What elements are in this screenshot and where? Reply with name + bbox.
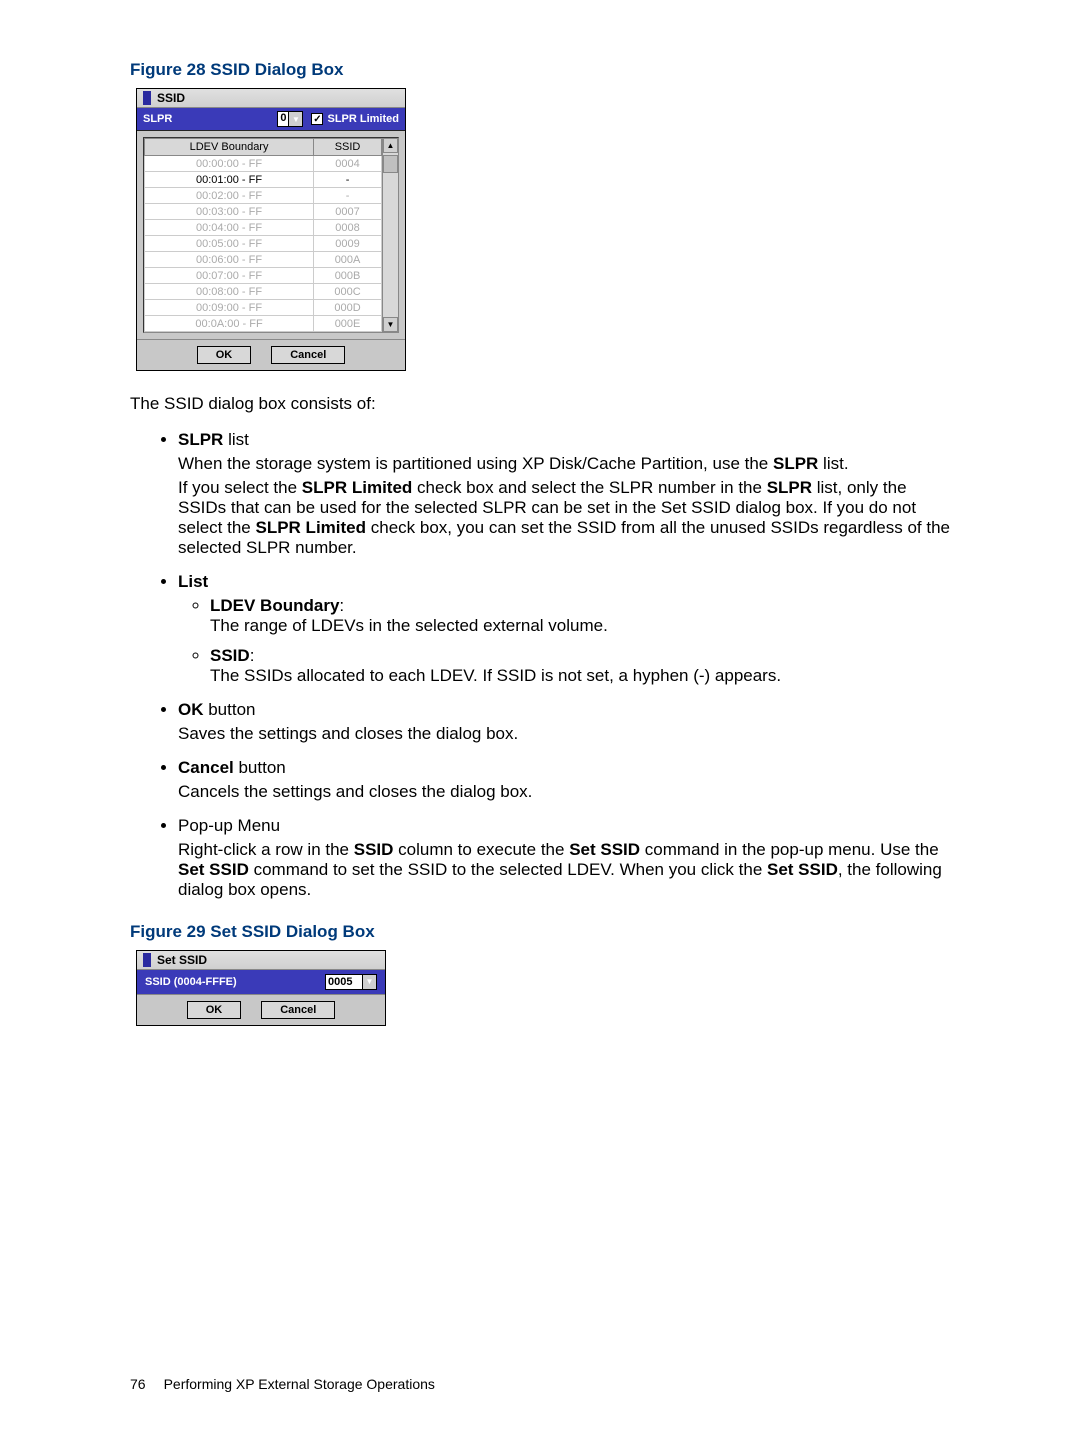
cell-ssid[interactable]: 000A	[314, 252, 382, 268]
cancel-button[interactable]: Cancel	[271, 346, 345, 364]
table-row[interactable]: 00:00:00 - FF0004	[145, 156, 382, 172]
set-ssid-label: SSID (0004-FFFE)	[145, 976, 237, 988]
scroll-down-icon[interactable]: ▼	[383, 317, 398, 332]
cell-ldev: 00:04:00 - FF	[145, 220, 314, 236]
slpr-select[interactable]: 0	[277, 111, 289, 127]
col-ssid: SSID	[314, 139, 382, 156]
cell-ldev: 00:00:00 - FF	[145, 156, 314, 172]
ok-button[interactable]: OK	[197, 346, 252, 364]
ssid-dialog-title-bar: SSID	[137, 89, 405, 108]
table-row[interactable]: 00:0A:00 - FF000E	[145, 316, 382, 332]
cancel-button[interactable]: Cancel	[261, 1001, 335, 1019]
table-row[interactable]: 00:02:00 - FF-	[145, 188, 382, 204]
cell-ssid[interactable]: 0009	[314, 236, 382, 252]
cell-ssid[interactable]: 0008	[314, 220, 382, 236]
bullet-popup: Pop-up Menu Right-click a row in the SSI…	[178, 816, 950, 900]
cell-ldev: 00:06:00 - FF	[145, 252, 314, 268]
cell-ldev: 00:07:00 - FF	[145, 268, 314, 284]
table-row[interactable]: 00:04:00 - FF0008	[145, 220, 382, 236]
cell-ssid[interactable]: 000E	[314, 316, 382, 332]
set-ssid-title-bar: Set SSID	[137, 951, 385, 970]
bullet-ssid: SSID: The SSIDs allocated to each LDEV. …	[210, 646, 950, 686]
bullet-slpr: SLPR list When the storage system is par…	[178, 430, 950, 558]
figure-29-caption: Figure 29 Set SSID Dialog Box	[130, 922, 950, 942]
intro-text: The SSID dialog box consists of:	[130, 393, 950, 416]
bullet-ok: OK button Saves the settings and closes …	[178, 700, 950, 744]
scroll-thumb[interactable]	[383, 155, 398, 173]
title-swatch	[143, 953, 151, 967]
slpr-limited-checkbox[interactable]: ✓	[311, 113, 323, 125]
figure-28-caption: Figure 28 SSID Dialog Box	[130, 60, 950, 80]
table-row[interactable]: 00:06:00 - FF000A	[145, 252, 382, 268]
ssid-dialog: SSID SLPR 0 ▼ ✓ SLPR Limited LDEV Bounda…	[136, 88, 406, 371]
bullet-cancel: Cancel button Cancels the settings and c…	[178, 758, 950, 802]
scrollbar[interactable]: ▲ ▼	[382, 138, 398, 332]
cell-ldev: 00:08:00 - FF	[145, 284, 314, 300]
bullet-ldev-boundary: LDEV Boundary: The range of LDEVs in the…	[210, 596, 950, 636]
table-row[interactable]: 00:07:00 - FF000B	[145, 268, 382, 284]
cell-ssid[interactable]: 000D	[314, 300, 382, 316]
slpr-row: SLPR 0 ▼ ✓ SLPR Limited	[137, 108, 405, 131]
cell-ssid[interactable]: -	[314, 188, 382, 204]
chevron-down-icon[interactable]: ▼	[289, 111, 303, 127]
slpr-label: SLPR	[143, 113, 172, 125]
table-row[interactable]: 00:03:00 - FF0007	[145, 204, 382, 220]
cell-ldev: 00:09:00 - FF	[145, 300, 314, 316]
page-number: 76	[130, 1376, 146, 1392]
title-swatch	[143, 91, 151, 105]
col-ldev-boundary: LDEV Boundary	[145, 139, 314, 156]
table-row[interactable]: 00:08:00 - FF000C	[145, 284, 382, 300]
cell-ssid[interactable]: 000C	[314, 284, 382, 300]
cell-ldev: 00:01:00 - FF	[145, 172, 314, 188]
ok-button[interactable]: OK	[187, 1001, 242, 1019]
cell-ssid[interactable]: -	[314, 172, 382, 188]
set-ssid-dialog: Set SSID SSID (0004-FFFE) 0005 ▼ OK Canc…	[136, 950, 386, 1026]
table-row[interactable]: 00:01:00 - FF-	[145, 172, 382, 188]
bullet-list-item: List LDEV Boundary: The range of LDEVs i…	[178, 572, 950, 686]
table-row[interactable]: 00:05:00 - FF0009	[145, 236, 382, 252]
bullet-list: SLPR list When the storage system is par…	[178, 430, 950, 900]
set-ssid-input[interactable]: 0005	[325, 974, 363, 990]
cell-ssid[interactable]: 000B	[314, 268, 382, 284]
ldev-table: LDEV Boundary SSID 00:00:00 - FF000400:0…	[144, 138, 382, 332]
cell-ssid[interactable]: 0007	[314, 204, 382, 220]
page-footer: 76 Performing XP External Storage Operat…	[130, 1376, 435, 1392]
ssid-dialog-title: SSID	[157, 91, 185, 105]
set-ssid-title: Set SSID	[157, 953, 207, 967]
scroll-up-icon[interactable]: ▲	[383, 138, 398, 153]
cell-ldev: 00:0A:00 - FF	[145, 316, 314, 332]
cell-ldev: 00:03:00 - FF	[145, 204, 314, 220]
table-row[interactable]: 00:09:00 - FF000D	[145, 300, 382, 316]
section-title: Performing XP External Storage Operation…	[164, 1376, 435, 1392]
cell-ssid[interactable]: 0004	[314, 156, 382, 172]
chevron-down-icon[interactable]: ▼	[363, 974, 377, 990]
cell-ldev: 00:05:00 - FF	[145, 236, 314, 252]
cell-ldev: 00:02:00 - FF	[145, 188, 314, 204]
slpr-limited-label: SLPR Limited	[327, 113, 399, 125]
